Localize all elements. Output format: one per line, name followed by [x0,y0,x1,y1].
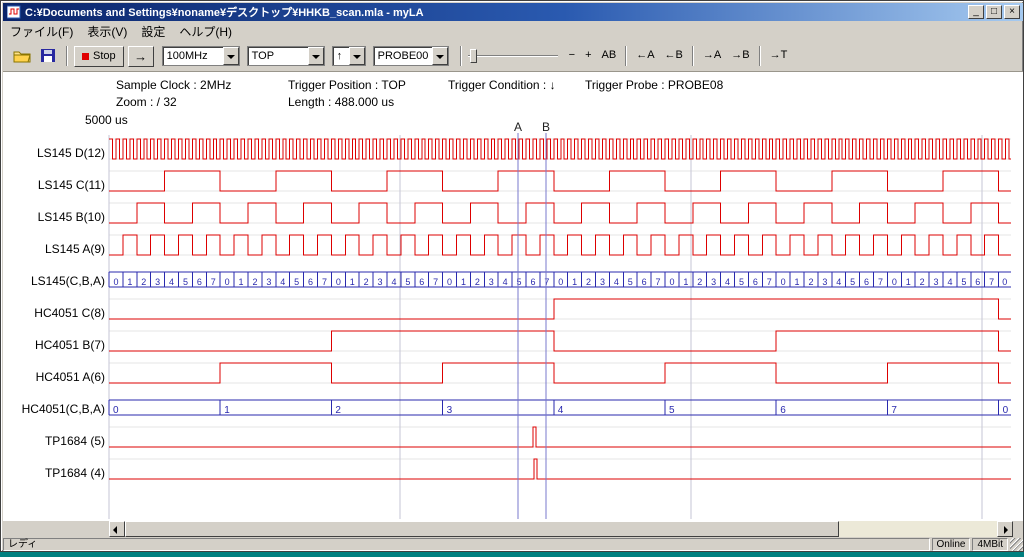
bus-value: 4 [558,405,564,416]
bus-value: 1 [683,277,688,287]
signal-trace [109,235,1011,255]
bus-value: 6 [197,277,202,287]
bus-value: 5 [739,277,744,287]
bus-value: 3 [822,277,827,287]
bus-value: 2 [141,277,146,287]
bus-value: 1 [127,277,132,287]
bus-value: 6 [308,277,313,287]
bus-value: 7 [989,277,994,287]
bus-value: 5 [669,405,675,416]
bus-value: 4 [614,277,619,287]
scroll-left-button[interactable] [109,521,125,537]
bus-value: 6 [864,277,869,287]
bus-value: 3 [155,277,160,287]
bus-value: 2 [364,277,369,287]
bus-value: 6 [642,277,647,287]
desktop [0,552,1024,556]
horizontal-scrollbar[interactable] [109,521,1013,537]
resize-grip[interactable] [1010,538,1023,551]
bus-value: 7 [878,277,883,287]
bus-value: 0 [113,405,119,416]
bus-value: 0 [113,277,118,287]
bus-value: 4 [836,277,841,287]
bus-value: 2 [252,277,257,287]
bus-value: 5 [628,277,633,287]
status-memory: 4MBit [972,538,1008,551]
statusbar: レディ Online 4MBit [3,537,1023,551]
scrollbar-thumb[interactable] [125,521,839,537]
bus-value: 3 [600,277,605,287]
status-online: Online [932,538,971,551]
bus-value: 5 [405,277,410,287]
bus-value: 7 [322,277,327,287]
bus-value: 4 [169,277,174,287]
bus-value: 4 [280,277,285,287]
signal-trace [109,139,1011,159]
bus-value: 3 [378,277,383,287]
bus-value: 0 [336,277,341,287]
bus-value: 0 [669,277,674,287]
bus-value: 0 [892,277,897,287]
bus-value: 3 [711,277,716,287]
bus-value: 2 [808,277,813,287]
bus-value: 4 [391,277,396,287]
bus-value: 5 [294,277,299,287]
bus-value: 5 [961,277,966,287]
signal-trace [109,331,1011,351]
bus-value: 1 [906,277,911,287]
bus-value: 0 [447,277,452,287]
bus-value: 2 [697,277,702,287]
bus-value: 3 [489,277,494,287]
bus-value: 1 [461,277,466,287]
waveform-canvas[interactable]: 0123456701234567012345670123456701234567… [1,1,1024,557]
bus-value: 6 [753,277,758,287]
bus-value: 3 [934,277,939,287]
scrollbar-strip [3,521,1023,537]
signal-trace [109,299,1011,319]
bus-value: 0 [781,277,786,287]
bus-value: 1 [572,277,577,287]
bus-value: 1 [795,277,800,287]
bus-value: 1 [239,277,244,287]
bus-value: 6 [530,277,535,287]
bus-value: 2 [335,405,341,416]
bus-value: 7 [433,277,438,287]
bus-value: 7 [767,277,772,287]
bus-value: 1 [224,405,230,416]
bus-value: 6 [419,277,424,287]
bus-value: 7 [544,277,549,287]
signal-trace [109,363,1011,383]
bus-value: 4 [725,277,730,287]
bus-value: 3 [447,405,453,416]
bus-value: 5 [517,277,522,287]
bus-value: 4 [947,277,952,287]
status-message: レディ [3,538,930,551]
bus-value: 5 [850,277,855,287]
bus-value: 0 [1002,277,1007,287]
bus-value: 7 [891,405,897,416]
bus-value: 5 [183,277,188,287]
bus-value: 3 [266,277,271,287]
bus-value: 2 [586,277,591,287]
bus-value: 0 [1003,405,1009,416]
bus-value: 2 [920,277,925,287]
bus-value: 1 [350,277,355,287]
app-window: C:¥Documents and Settings¥noname¥デスクトップ¥… [0,0,1024,552]
signal-trace [109,203,1011,223]
bus-value: 4 [503,277,508,287]
signal-trace [109,459,1011,479]
bus-value: 6 [975,277,980,287]
signal-trace [109,427,1011,447]
bus-value: 0 [558,277,563,287]
bus-value: 6 [780,405,786,416]
scroll-right-button[interactable] [997,521,1013,537]
bus-value: 7 [656,277,661,287]
signal-trace [109,171,1011,191]
screen: C:¥Documents and Settings¥noname¥デスクトップ¥… [0,0,1024,556]
left-arrow-icon [113,526,117,534]
bus-value: 0 [225,277,230,287]
right-arrow-icon [1004,526,1008,534]
bus-value: 7 [211,277,216,287]
bus-value: 2 [475,277,480,287]
